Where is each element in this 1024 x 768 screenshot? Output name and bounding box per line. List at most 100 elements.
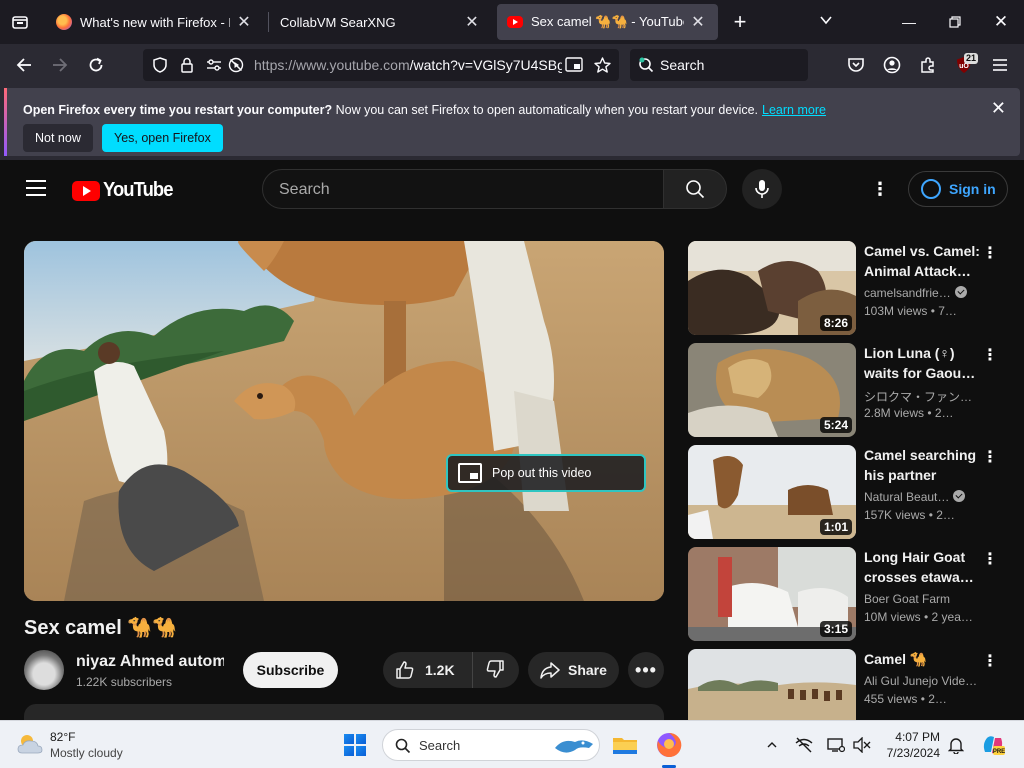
- clock-time[interactable]: 4:07 PM: [880, 730, 940, 744]
- video-title[interactable]: Long Hair Goat crosses etawa…: [864, 547, 982, 587]
- list-tabs-dropdown[interactable]: [814, 10, 838, 34]
- tab-close-icon[interactable]: ✕: [688, 12, 708, 32]
- voice-search-button[interactable]: [742, 169, 782, 209]
- no-internet-icon: [795, 737, 813, 753]
- channel-name[interactable]: シロクマ・ファン…: [864, 390, 972, 404]
- guide-menu-button[interactable]: [26, 180, 46, 201]
- notification-area: Open Firefox every time you restart your…: [0, 86, 1024, 160]
- recommendation-item[interactable]: 8:26 Camel vs. Camel: Animal Attack… cam…: [688, 241, 1008, 335]
- youtube-search-button[interactable]: [663, 169, 727, 209]
- pocket-button[interactable]: [842, 51, 870, 79]
- pop-out-video-button[interactable]: Pop out this video: [446, 454, 646, 492]
- site-security-icon[interactable]: [177, 55, 197, 75]
- ublock-extension-button[interactable]: uO 21: [950, 51, 978, 79]
- tab-youtube-active[interactable]: Sex camel 🐪🐪 - YouTube ✕: [497, 4, 718, 40]
- recommendation-item[interactable]: 3:15 Long Hair Goat crosses etawa… Boer …: [688, 547, 1008, 641]
- tracking-protection-icon[interactable]: [150, 55, 170, 75]
- action-menu-button[interactable]: ⋮: [982, 549, 998, 569]
- notifications-button[interactable]: [946, 735, 966, 755]
- picture-in-picture-icon[interactable]: [564, 55, 584, 75]
- restore-button[interactable]: [932, 0, 978, 44]
- weather-temperature[interactable]: 82°F: [50, 730, 75, 744]
- minimize-button[interactable]: —: [886, 0, 932, 44]
- chevron-up-icon: [767, 742, 777, 748]
- like-button[interactable]: 1.2K: [383, 652, 473, 688]
- subscribe-button[interactable]: Subscribe: [243, 652, 338, 688]
- recommendation-item[interactable]: 5:24 Lion Luna (♀) waits for Gaou… シロクマ・…: [688, 343, 1008, 437]
- channel-name[interactable]: Natural Beaut…: [864, 490, 949, 504]
- settings-kebab-button[interactable]: ⋮: [868, 178, 892, 202]
- account-button[interactable]: [878, 51, 906, 79]
- video-thumbnail[interactable]: 1:01: [688, 445, 856, 539]
- more-vertical-icon: ⋮: [871, 179, 889, 199]
- tab-collabvm-searxng[interactable]: CollabVM SearXNG ✕: [270, 4, 492, 40]
- notification-close-button[interactable]: ✕: [991, 98, 1006, 119]
- youtube-logo[interactable]: YouTube: [72, 179, 179, 202]
- channel-line: シロクマ・ファン…: [864, 388, 986, 405]
- clock-date[interactable]: 7/23/2024: [870, 746, 940, 760]
- close-window-button[interactable]: ✕: [978, 0, 1024, 44]
- start-button[interactable]: [344, 734, 366, 756]
- learn-more-link[interactable]: Learn more: [762, 103, 826, 117]
- forward-button[interactable]: [46, 51, 74, 79]
- dislike-button[interactable]: [473, 659, 505, 682]
- video-title[interactable]: Camel vs. Camel: Animal Attack…: [864, 241, 982, 281]
- video-title[interactable]: Camel 🐪: [864, 649, 982, 669]
- weather-condition[interactable]: Mostly cloudy: [50, 746, 123, 760]
- video-thumbnail[interactable]: 5:24: [688, 343, 856, 437]
- reload-button[interactable]: [82, 51, 110, 79]
- tab-whats-new[interactable]: What's new with Firefox - More ✕: [46, 4, 264, 40]
- notification-bold-text: Open Firefox every time you restart your…: [23, 103, 333, 117]
- channel-name[interactable]: niyaz Ahmed automobile: [76, 653, 224, 671]
- recommendation-item[interactable]: 1:01 Camel searching his partner Natural…: [688, 445, 1008, 539]
- show-hidden-icons-button[interactable]: [762, 735, 782, 755]
- tab-title: Sex camel 🐪🐪 - YouTube: [531, 14, 684, 29]
- video-title[interactable]: Lion Luna (♀) waits for Gaou…: [864, 343, 982, 383]
- list-all-tabs-button[interactable]: [0, 0, 40, 44]
- more-actions-button[interactable]: •••: [628, 652, 664, 688]
- video-player[interactable]: [24, 241, 664, 601]
- app-menu-button[interactable]: [986, 51, 1014, 79]
- channel-name[interactable]: camelsandfrie…: [864, 286, 951, 300]
- display-icon[interactable]: [826, 735, 846, 755]
- action-menu-button[interactable]: ⋮: [982, 243, 998, 263]
- firefox-taskbar-button[interactable]: [654, 730, 684, 760]
- youtube-search-input[interactable]: Search: [262, 169, 664, 209]
- action-menu-button[interactable]: ⋮: [982, 651, 998, 671]
- permissions-icon[interactable]: [204, 55, 224, 75]
- sign-in-label: Sign in: [949, 181, 996, 197]
- tab-close-icon[interactable]: ✕: [462, 12, 482, 32]
- not-now-button[interactable]: Not now: [23, 124, 93, 152]
- volume-icon[interactable]: [852, 735, 872, 755]
- network-status-icon[interactable]: [794, 735, 814, 755]
- windows-taskbar: 82°F Mostly cloudy Search 4:07 PM 7/23/2…: [0, 720, 1024, 768]
- copilot-button[interactable]: PRE: [980, 735, 1006, 755]
- video-thumbnail[interactable]: 3:15: [688, 547, 856, 641]
- action-menu-button[interactable]: ⋮: [982, 447, 998, 467]
- video-thumbnail[interactable]: 8:26: [688, 241, 856, 335]
- sign-in-button[interactable]: Sign in: [908, 171, 1008, 207]
- new-tab-button[interactable]: +: [728, 8, 752, 36]
- yes-open-firefox-button[interactable]: Yes, open Firefox: [102, 124, 223, 152]
- file-explorer-button[interactable]: [610, 730, 640, 760]
- url-text[interactable]: https://www.youtube.com/watch?v=VGlSy7U4…: [254, 57, 562, 73]
- action-menu-button[interactable]: ⋮: [982, 345, 998, 365]
- channel-name[interactable]: Boer Goat Farm: [864, 592, 950, 606]
- extensions-button[interactable]: [914, 51, 942, 79]
- close-icon: ✕: [990, 98, 1006, 118]
- video-thumbnail[interactable]: [688, 649, 856, 720]
- channel-name[interactable]: Ali Gul Junejo Vide…: [864, 674, 977, 688]
- recommendation-item[interactable]: Camel 🐪 Ali Gul Junejo Vide… 455 views •…: [688, 649, 1008, 720]
- video-title[interactable]: Camel searching his partner: [864, 445, 982, 485]
- autoplay-blocked-icon[interactable]: [226, 55, 246, 75]
- bookmark-star-button[interactable]: [592, 55, 612, 75]
- share-button[interactable]: Share: [528, 652, 619, 688]
- taskbar-search[interactable]: Search: [382, 729, 600, 761]
- back-button[interactable]: [10, 51, 38, 79]
- browser-search-box[interactable]: Search: [630, 49, 808, 81]
- channel-avatar[interactable]: [24, 650, 64, 690]
- tab-close-icon[interactable]: ✕: [234, 12, 254, 32]
- video-meta: 455 views • 2…: [864, 692, 947, 706]
- weather-widget[interactable]: [16, 733, 44, 755]
- address-bar[interactable]: https://www.youtube.com/watch?v=VGlSy7U4…: [143, 49, 619, 81]
